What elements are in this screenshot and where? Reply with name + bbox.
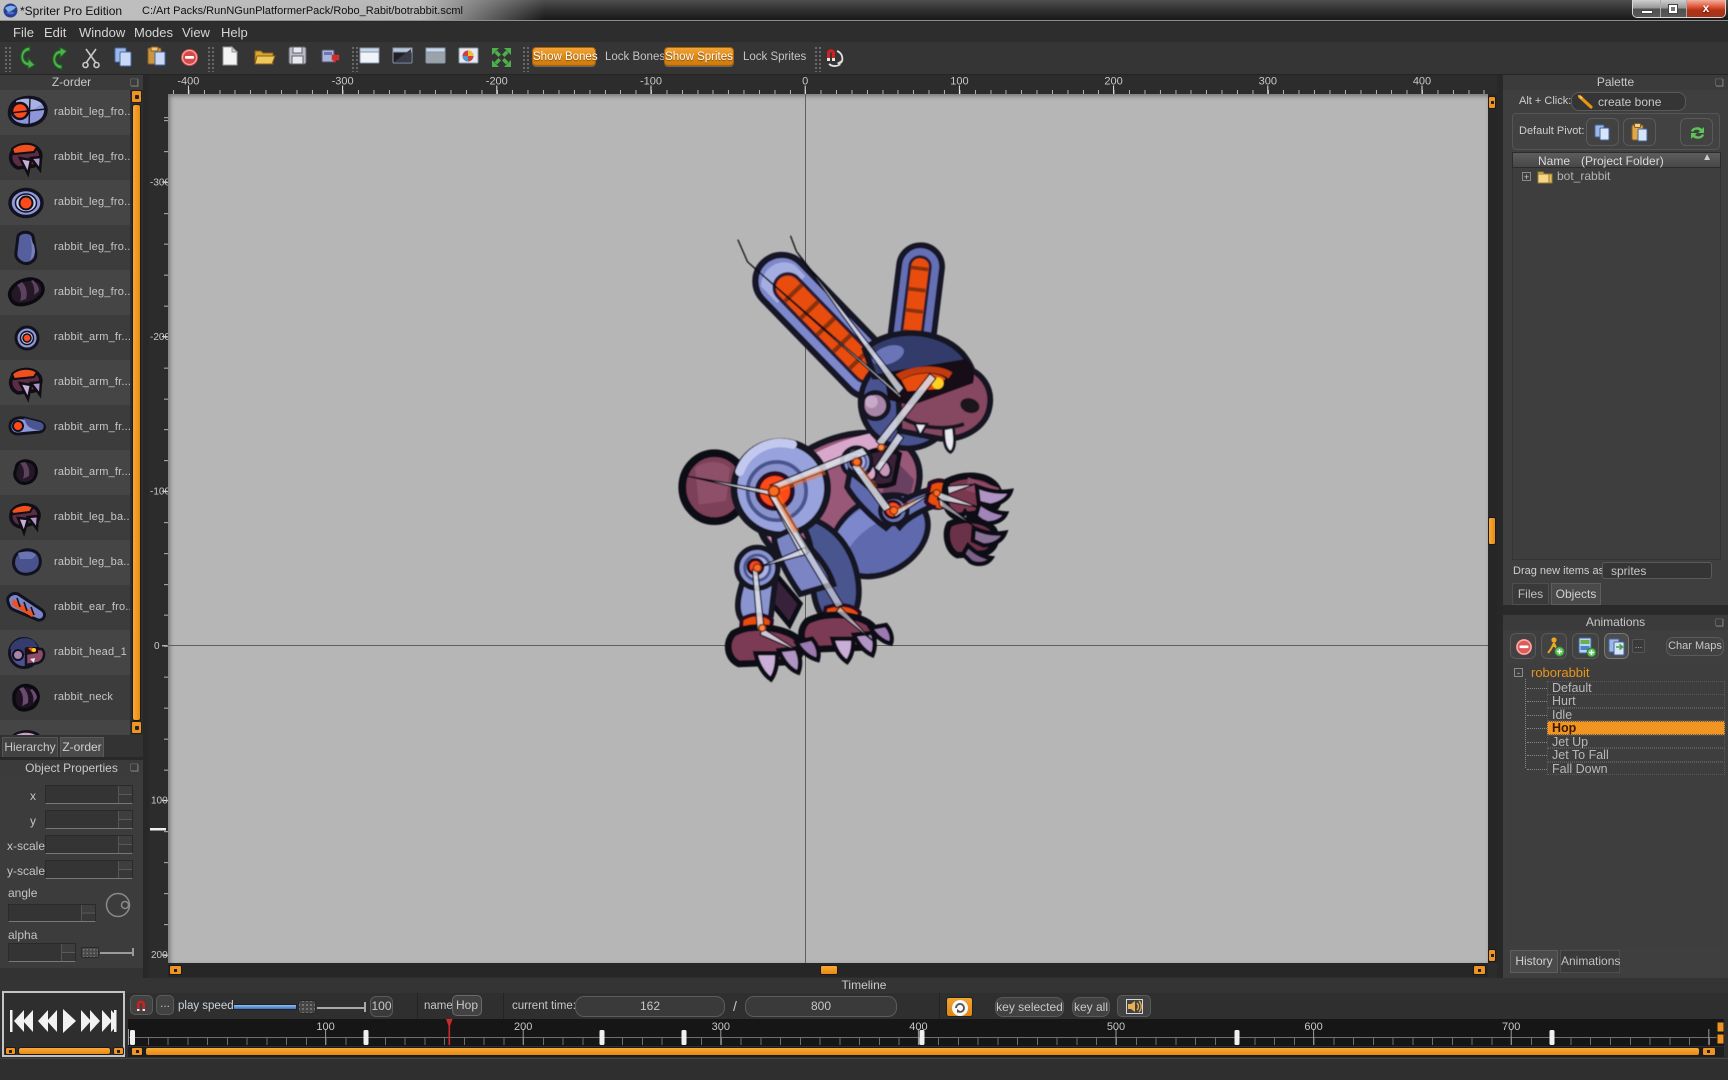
svg-text:200: 200 (1104, 76, 1122, 88)
svg-text:700: 700 (1502, 1021, 1520, 1033)
svg-text:100: 100 (316, 1021, 334, 1033)
svg-text:500: 500 (1107, 1021, 1125, 1033)
svg-text:300: 300 (1259, 76, 1277, 88)
svg-text:0: 0 (802, 76, 808, 88)
svg-text:-200: -200 (486, 76, 508, 88)
svg-text:100: 100 (151, 796, 168, 807)
svg-text:0: 0 (154, 641, 160, 652)
svg-text:100: 100 (950, 76, 968, 88)
svg-text:200: 200 (151, 950, 168, 961)
svg-text:300: 300 (712, 1021, 730, 1033)
svg-text:-400: -400 (177, 76, 199, 88)
svg-text:600: 600 (1304, 1021, 1322, 1033)
svg-text:400: 400 (909, 1021, 927, 1033)
svg-text:400: 400 (1413, 76, 1431, 88)
svg-text:-100: -100 (640, 76, 662, 88)
svg-text:-300: -300 (332, 76, 354, 88)
svg-text:200: 200 (514, 1021, 532, 1033)
